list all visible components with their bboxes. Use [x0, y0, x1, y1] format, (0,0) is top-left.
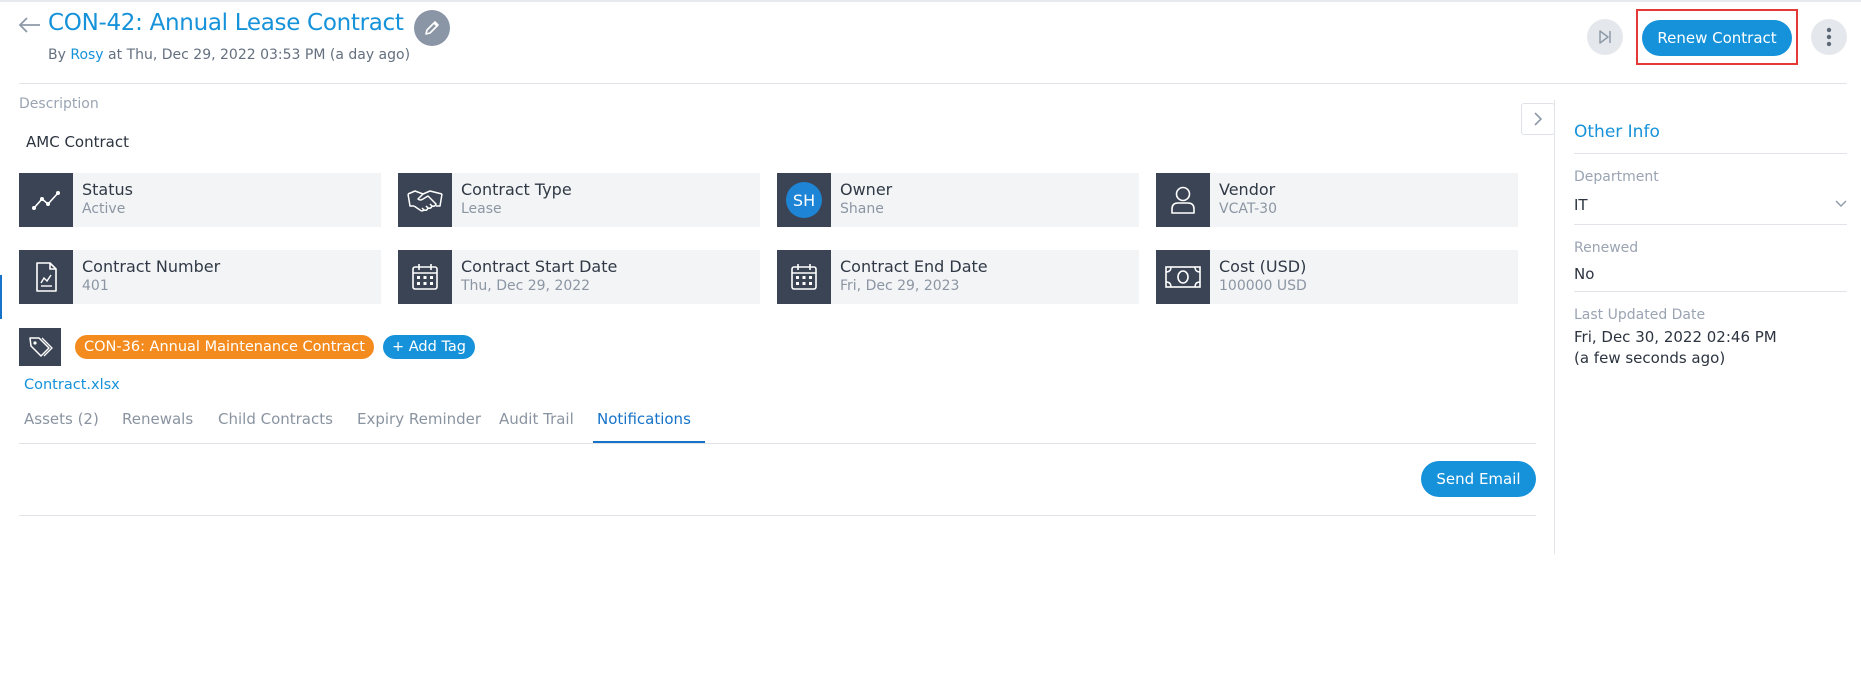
tab-assets[interactable]: Assets (2) — [24, 410, 99, 428]
card-title: Status — [82, 180, 133, 199]
tab-bar: Assets (2) Renewals Child Contracts Expi… — [19, 405, 1536, 444]
sidebar-divider — [1554, 100, 1555, 554]
department-label: Department — [1574, 169, 1659, 185]
card-value: 100000 USD — [1219, 278, 1307, 294]
card-value: Shane — [840, 201, 884, 217]
cost-card: Cost (USD) 100000 USD — [1156, 250, 1518, 304]
owner-avatar-box: SH — [777, 173, 831, 227]
contract-number-card: Contract Number 401 — [19, 250, 381, 304]
sidebar-title-divider — [1574, 153, 1847, 154]
back-arrow-icon[interactable] — [18, 14, 42, 36]
tag-chip[interactable]: CON-36: Annual Maintenance Contract — [75, 335, 374, 359]
department-divider — [1574, 224, 1847, 225]
add-tag-button[interactable]: + Add Tag — [383, 335, 475, 359]
department-select[interactable]: IT — [1574, 196, 1847, 218]
skip-forward-icon — [1599, 30, 1611, 44]
description-label: Description — [19, 96, 99, 112]
skip-forward-button[interactable] — [1587, 19, 1623, 55]
active-tab-indicator — [593, 441, 705, 443]
top-border — [0, 0, 1861, 2]
edit-button[interactable] — [414, 10, 450, 46]
chevron-right-icon — [1534, 112, 1543, 126]
card-value: Thu, Dec 29, 2022 — [461, 278, 591, 294]
card-title: Contract Start Date — [461, 257, 618, 276]
card-value: Fri, Dec 29, 2023 — [840, 278, 960, 294]
card-title: Owner — [840, 180, 893, 199]
renewed-value: No — [1574, 265, 1595, 283]
tab-expiry-reminder[interactable]: Expiry Reminder — [357, 410, 481, 428]
document-icon — [19, 250, 73, 304]
more-options-button[interactable] — [1811, 19, 1847, 55]
card-value: Lease — [461, 201, 502, 217]
contract-type-card: Contract Type Lease — [398, 173, 760, 227]
tag-icon — [19, 328, 61, 366]
card-title: Contract Number — [82, 257, 221, 276]
vendor-card: Vendor VCAT-30 — [1156, 173, 1518, 227]
card-value: VCAT-30 — [1219, 201, 1277, 217]
left-edge-indicator — [0, 275, 2, 319]
card-value: 401 — [82, 278, 109, 294]
last-updated-label: Last Updated Date — [1574, 307, 1706, 323]
last-updated-relative: (a few seconds ago) — [1574, 349, 1726, 367]
handshake-icon — [398, 173, 452, 227]
renewed-label: Renewed — [1574, 240, 1639, 256]
trend-line-icon — [19, 173, 73, 227]
banknote-icon — [1156, 250, 1210, 304]
kebab-menu-icon — [1826, 27, 1832, 47]
user-icon — [1156, 173, 1210, 227]
status-card: Status Active — [19, 173, 381, 227]
author-link[interactable]: Rosy — [70, 47, 103, 63]
tab-child-contracts[interactable]: Child Contracts — [218, 410, 333, 428]
tab-renewals[interactable]: Renewals — [122, 410, 193, 428]
byline: By Rosy at Thu, Dec 29, 2022 03:53 PM (a… — [48, 47, 410, 63]
tab-notifications[interactable]: Notifications — [597, 410, 691, 428]
header-divider — [19, 83, 1847, 84]
description-value: AMC Contract — [26, 133, 129, 151]
renewed-divider — [1574, 291, 1847, 292]
last-updated-value: Fri, Dec 30, 2022 02:46 PM — [1574, 328, 1777, 346]
department-value: IT — [1574, 196, 1588, 214]
tab-audit-trail[interactable]: Audit Trail — [499, 410, 574, 428]
by-prefix: By — [48, 47, 66, 63]
created-text: at Thu, Dec 29, 2022 03:53 PM (a day ago… — [108, 47, 411, 63]
attachment-link[interactable]: Contract.xlsx — [24, 377, 120, 393]
send-email-button[interactable]: Send Email — [1421, 461, 1536, 497]
calendar-icon — [777, 250, 831, 304]
chevron-down-icon — [1835, 200, 1847, 207]
card-title: Cost (USD) — [1219, 257, 1307, 276]
pencil-icon — [425, 21, 439, 35]
card-title: Contract Type — [461, 180, 572, 199]
contract-start-date-card: Contract Start Date Thu, Dec 29, 2022 — [398, 250, 760, 304]
calendar-icon — [398, 250, 452, 304]
owner-card: SH Owner Shane — [777, 173, 1139, 227]
contract-end-date-card: Contract End Date Fri, Dec 29, 2023 — [777, 250, 1139, 304]
collapse-sidebar-button[interactable] — [1521, 103, 1555, 135]
page-title: CON-42: Annual Lease Contract — [48, 10, 404, 36]
card-title: Vendor — [1219, 180, 1276, 199]
content-divider — [19, 515, 1536, 516]
renew-contract-button[interactable]: Renew Contract — [1642, 20, 1792, 56]
sidebar-title: Other Info — [1574, 122, 1660, 142]
avatar: SH — [786, 182, 822, 218]
card-title: Contract End Date — [840, 257, 988, 276]
card-value: Active — [82, 201, 126, 217]
